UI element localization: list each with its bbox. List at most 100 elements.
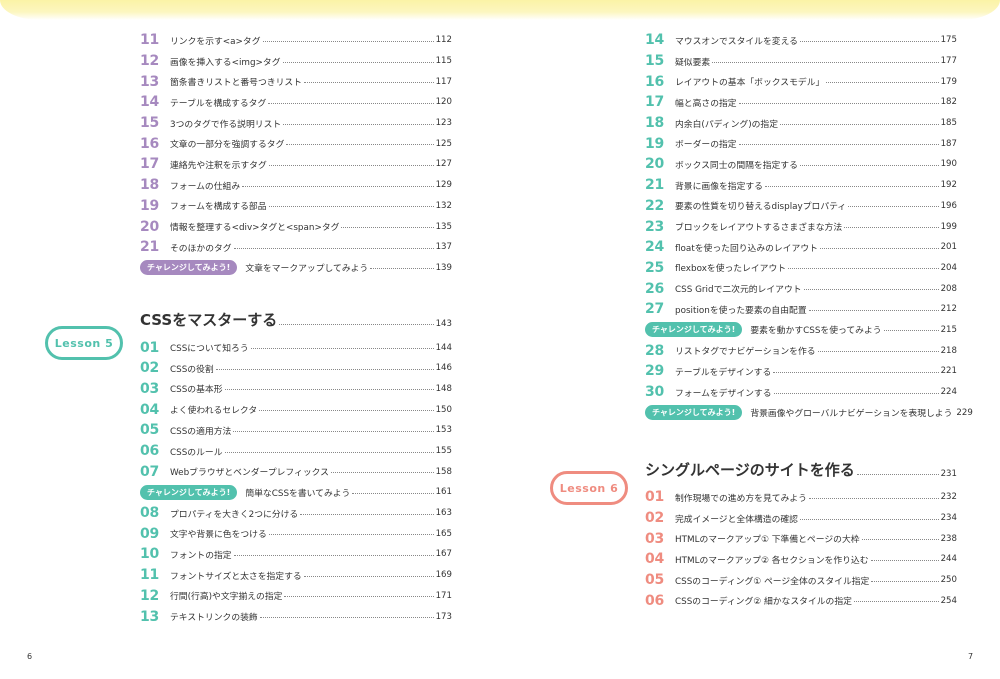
toc-entry[interactable]: 20 ボックス同士の間隔を指定する 190 [645, 154, 957, 175]
chapter-title: Webブラウザとベンダープレフィックス [170, 468, 329, 479]
page-number: 143 [435, 319, 452, 330]
chapter-number: 04 [140, 401, 159, 418]
chapter-title: プロパティを大きく2つに分ける [170, 509, 299, 520]
toc-entry[interactable]: 27 positionを使った要素の自由配置 212 [645, 299, 957, 320]
toc-entry[interactable]: 28 リストタグでナビゲーションを作る 218 [645, 340, 957, 361]
toc-entry[interactable]: 26 CSS Gridで二次元的レイアウト 208 [645, 278, 957, 299]
toc-entry[interactable]: 01 CSSについて知ろう 144 [140, 337, 452, 358]
challenge-entry[interactable]: チャレンジしてみよう! 要素を動かすCSSを使ってみよう 215 [645, 320, 957, 341]
chapter-number: 15 [645, 53, 664, 70]
page-number: 192 [940, 180, 957, 191]
page-number: 179 [940, 76, 957, 87]
toc-entry[interactable]: 07 Webブラウザとベンダープレフィックス 158 [140, 461, 452, 482]
chapter-title: 3つのタグで作る説明リスト [170, 119, 282, 130]
page-number: 135 [435, 221, 452, 232]
chapter-number: 06 [645, 592, 664, 609]
chapter-number: 29 [645, 363, 664, 380]
toc-entry[interactable]: 03 CSSの基本形 148 [140, 379, 452, 400]
leader-dots [303, 575, 434, 577]
chapter-number: 16 [140, 135, 159, 152]
toc-entry[interactable]: 21 背景に画像を指定する 192 [645, 175, 957, 196]
chapter-title: ボックス同士の間隔を指定する [675, 160, 798, 171]
toc-entry[interactable]: 29 テーブルをデザインする 221 [645, 361, 957, 382]
chapter-title: テーブルをデザインする [675, 367, 772, 378]
toc-entry[interactable]: 05 CSSのコーディング① ページ全体のスタイル指定 250 [645, 570, 957, 591]
toc-entry[interactable]: 16 文章の一部分を強調するタグ 125 [140, 133, 452, 154]
toc-entry[interactable]: 10 フォントの指定 167 [140, 544, 452, 565]
toc-entry[interactable]: 23 ブロックをレイアウトするさまざまな方法 199 [645, 216, 957, 237]
challenge-entry[interactable]: チャレンジしてみよう! 背景画像やグローバルナビゲーションを表現しよう 229 [645, 402, 973, 423]
chapter-title: 箇条書きリストと番号つきリスト [170, 78, 302, 89]
lesson-heading[interactable]: シングルページのサイトを作る 231 [645, 454, 957, 484]
toc-entry[interactable]: 02 完成イメージと全体構造の確認 234 [645, 508, 957, 529]
leader-dots [279, 323, 434, 325]
page-number: 218 [940, 345, 957, 356]
toc-entry[interactable]: 17 連絡先や注釈を示すタグ 127 [140, 154, 452, 175]
lesson-heading[interactable]: CSSをマスターする 143 [140, 304, 452, 334]
challenge-badge: チャレンジしてみよう! [645, 322, 743, 338]
chapter-title: 制作現場での進め方を見てみよう [675, 493, 807, 504]
toc-entry[interactable]: 08 プロパティを大きく2つに分ける 163 [140, 503, 452, 524]
chapter-number: 25 [645, 259, 664, 276]
toc-entry[interactable]: 14 マウスオンでスタイルを変える 175 [645, 30, 957, 51]
toc-entry[interactable]: 04 HTMLのマークアップ② 各セクションを作り込む 244 [645, 549, 957, 570]
toc-entry[interactable]: 16 レイアウトの基本「ボックスモデル」 179 [645, 71, 957, 92]
toc-entry[interactable]: 18 フォームの仕組み 129 [140, 175, 452, 196]
page-number: 161 [435, 487, 452, 498]
page-number: 196 [940, 200, 957, 211]
toc-entry[interactable]: 01 制作現場での進め方を見てみよう 232 [645, 487, 957, 508]
toc-entry[interactable]: 05 CSSの適用方法 153 [140, 420, 452, 441]
toc-entry[interactable]: 15 疑似要素 177 [645, 51, 957, 72]
page-number: 153 [435, 425, 452, 436]
toc-entry[interactable]: 18 内余白(パディング)の指定 185 [645, 113, 957, 134]
leader-dots [870, 559, 939, 561]
toc-entry[interactable]: 06 CSSのルール 155 [140, 441, 452, 462]
challenge-entry[interactable]: チャレンジしてみよう! 簡単なCSSを書いてみよう 161 [140, 482, 452, 503]
toc-entry[interactable]: 13 箇条書きリストと番号つきリスト 117 [140, 71, 452, 92]
challenge-badge: チャレンジしてみよう! [645, 405, 743, 421]
toc-entry[interactable]: 02 CSSの役割 146 [140, 358, 452, 379]
chapter-title: CSSについて知ろう [170, 344, 249, 355]
toc-entry[interactable]: 30 フォームをデザインする 224 [645, 382, 957, 403]
toc-entry[interactable]: 11 リンクを示す<a>タグ 112 [140, 30, 452, 51]
toc-entry[interactable]: 19 ボーダーの指定 187 [645, 133, 957, 154]
page-number: 137 [435, 242, 452, 253]
page-number: 132 [435, 200, 452, 211]
toc-entry[interactable]: 24 floatを使った回り込みのレイアウト 201 [645, 237, 957, 258]
toc-entry[interactable]: 15 3つのタグで作る説明リスト 123 [140, 113, 452, 134]
toc-entry[interactable]: 20 情報を整理する<div>タグと<span>タグ 135 [140, 216, 452, 237]
challenge-title: 文章をマークアップしてみよう [245, 264, 369, 275]
challenge-entry[interactable]: チャレンジしてみよう! 文章をマークアップしてみよう 139 [140, 258, 452, 279]
page-number: 231 [940, 469, 957, 480]
toc-entry[interactable]: 25 flexboxを使ったレイアウト 204 [645, 258, 957, 279]
leader-dots [738, 144, 939, 146]
toc-entry[interactable]: 19 フォームを構成する部品 132 [140, 196, 452, 217]
leader-dots [808, 497, 939, 499]
toc-entry[interactable]: 12 画像を挿入する<img>タグ 115 [140, 51, 452, 72]
chapter-title: CSS Gridで二次元的レイアウト [675, 285, 802, 296]
toc-entry[interactable]: 12 行間(行高)や文字揃えの指定 171 [140, 586, 452, 607]
page-number: 139 [435, 262, 452, 273]
toc-entry[interactable]: 04 よく使われるセレクタ 150 [140, 399, 452, 420]
chapter-number: 11 [140, 567, 159, 584]
toc-entry[interactable]: 06 CSSのコーディング② 細かなスタイルの指定 254 [645, 591, 957, 612]
leader-dots [773, 392, 939, 394]
leader-dots [224, 451, 434, 453]
leader-dots [738, 102, 939, 104]
toc-entry[interactable]: 11 フォントサイズと太さを指定する 169 [140, 565, 452, 586]
toc-entry[interactable]: 21 そのほかのタグ 137 [140, 237, 452, 258]
leader-dots [883, 330, 939, 332]
toc-entry[interactable]: 22 要素の性質を切り替えるdisplayプロパティ 196 [645, 196, 957, 217]
page-number: 150 [435, 404, 452, 415]
chapter-number: 21 [140, 239, 159, 256]
page-number: 234 [940, 513, 957, 524]
page-number: 229 [956, 407, 973, 418]
chapter-title: 要素の性質を切り替えるdisplayプロパティ [675, 202, 847, 213]
toc-entry[interactable]: 17 幅と高さの指定 182 [645, 92, 957, 113]
chapter-number: 17 [645, 94, 664, 111]
toc-entry[interactable]: 09 文字や背景に色をつける 165 [140, 523, 452, 544]
toc-entry[interactable]: 03 HTMLのマークアップ① 下準備とページの大枠 238 [645, 528, 957, 549]
toc-entry[interactable]: 14 テーブルを構成するタグ 120 [140, 92, 452, 113]
toc-entry[interactable]: 13 テキストリンクの装飾 173 [140, 606, 452, 627]
